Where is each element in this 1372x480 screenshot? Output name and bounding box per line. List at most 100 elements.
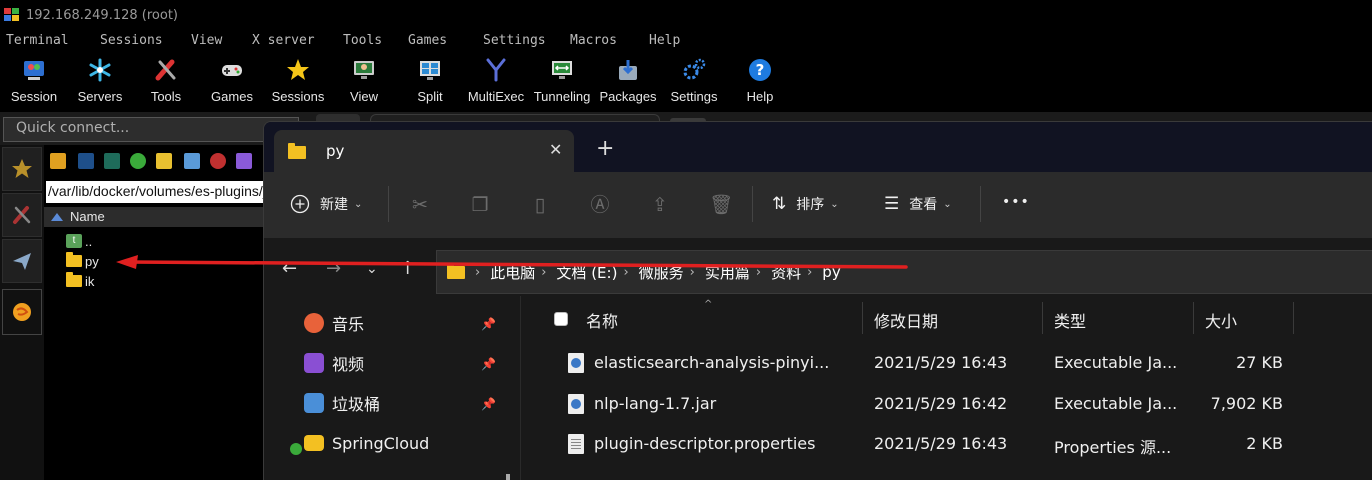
column-divider[interactable] (1042, 302, 1043, 334)
moba-titlebar: 192.168.249.128 (root) (0, 0, 1372, 30)
monitor-icon (352, 58, 376, 82)
select-all-checkbox[interactable] (554, 312, 568, 326)
paste-icon[interactable]: ▯ (529, 194, 551, 216)
servers-button[interactable]: Servers (67, 54, 133, 108)
column-divider[interactable] (1293, 302, 1294, 334)
column-date[interactable]: 修改日期 (874, 308, 938, 332)
menu-terminal[interactable]: Terminal (6, 33, 69, 48)
refresh-folder-icon[interactable] (50, 153, 66, 169)
column-name[interactable]: 名称 (586, 308, 618, 332)
nav-item-springcloud[interactable]: SpringCloud (290, 428, 429, 458)
close-tab-icon[interactable]: ✕ (549, 140, 562, 159)
new-button[interactable]: 新建 ⌄ (290, 194, 362, 214)
breadcrumb-microservices[interactable]: 微服务 (639, 262, 684, 283)
packages-icon (616, 58, 640, 82)
copy-icon[interactable]: ❐ (469, 194, 491, 216)
nav-item-recycle-bin[interactable]: 垃圾桶 (304, 388, 380, 418)
multiexec-button[interactable]: MultiExec (463, 54, 529, 108)
breadcrumb-materials[interactable]: 资料 (771, 262, 801, 283)
share-icon[interactable]: ⇪ (649, 194, 671, 216)
cut-icon[interactable]: ✂ (409, 194, 431, 216)
view-button[interactable]: ☰ 查看 ⌄ (884, 194, 952, 214)
help-button[interactable]: ? Help (727, 54, 793, 108)
folder-icon (66, 272, 82, 287)
tools-sidetab[interactable] (2, 193, 42, 237)
nav-scrollbar[interactable] (506, 474, 510, 480)
sessions-button[interactable]: Sessions (265, 54, 331, 108)
tools-icon (13, 206, 31, 224)
back-arrow-icon[interactable]: ← (282, 258, 297, 279)
sftp-panel: /var/lib/docker/volumes/es-plugins/_data… (44, 145, 266, 480)
view-button[interactable]: View (331, 54, 397, 108)
address-bar[interactable]: › 此电脑 › 文档 (E:) › 微服务 › 实用篇 › 资料 › py (436, 250, 1372, 294)
explorer-tab-py[interactable]: py ✕ (274, 130, 574, 172)
column-type[interactable]: 类型 (1054, 308, 1086, 332)
games-button[interactable]: Games (199, 54, 265, 108)
breadcrumb-drive-e[interactable]: 文档 (E:) (556, 262, 617, 283)
delete-icon[interactable]: 🗑 (709, 194, 733, 216)
pin-icon[interactable]: 📌 (481, 317, 496, 331)
sort-button[interactable]: ⇅ 排序 ⌄ (772, 194, 839, 214)
new-folder-icon[interactable] (156, 153, 172, 169)
file-row[interactable]: nlp-lang-1.7.jar 2021/5/29 16:42 Executa… (522, 383, 1372, 423)
pin-icon[interactable]: 📌 (481, 357, 496, 371)
paper-plane-icon (13, 253, 31, 270)
pin-icon[interactable]: 📌 (481, 397, 496, 411)
delete-icon[interactable] (210, 153, 226, 169)
mobaxterm-logo-icon (4, 8, 20, 22)
breadcrumb-practical[interactable]: 实用篇 (705, 262, 750, 283)
rename-icon[interactable]: Ⓐ (589, 194, 611, 216)
breadcrumb-py[interactable]: py (822, 263, 840, 281)
quick-connect-input[interactable]: Quick connect... (3, 117, 299, 142)
split-button[interactable]: Split (397, 54, 463, 108)
main-toolbar: Session Servers Tools Games Sessions Vie… (0, 52, 1372, 112)
sftp-name-column[interactable]: Name (44, 207, 266, 227)
menu-tools[interactable]: Tools (343, 33, 382, 48)
forward-arrow-icon[interactable]: → (326, 258, 341, 279)
rename-icon[interactable] (236, 153, 252, 169)
sftp-path-field[interactable]: /var/lib/docker/volumes/es-plugins/_data (46, 181, 266, 203)
sftp-row-parent[interactable]: t .. (66, 232, 92, 250)
menu-help[interactable]: Help (649, 33, 680, 48)
up-arrow-icon[interactable]: ↑ (400, 258, 415, 279)
download-icon[interactable] (78, 153, 94, 169)
refresh-icon[interactable] (130, 153, 146, 169)
tools-icon (154, 58, 178, 82)
nav-item-music[interactable]: 音乐 (304, 308, 364, 338)
menu-view[interactable]: View (191, 33, 222, 48)
column-divider[interactable] (1193, 302, 1194, 334)
file-row[interactable]: elasticsearch-analysis-pinyi... 2021/5/2… (522, 342, 1372, 382)
menu-sessions[interactable]: Sessions (100, 33, 163, 48)
new-tab-plus-icon[interactable]: + (596, 138, 614, 160)
menu-macros[interactable]: Macros (570, 33, 617, 48)
breadcrumb-this-pc[interactable]: 此电脑 (490, 262, 535, 283)
sftp-row-ik[interactable]: ik (66, 272, 94, 290)
column-size[interactable]: 大小 (1205, 308, 1237, 332)
sessions-sidetab[interactable] (2, 147, 42, 191)
menu-settings[interactable]: Settings (483, 33, 546, 48)
folder-icon (288, 143, 306, 159)
more-options-button[interactable]: ••• (1002, 194, 1030, 210)
tunneling-button[interactable]: Tunneling (529, 54, 595, 108)
sftp-row-py[interactable]: py (66, 252, 99, 270)
session-icon (22, 58, 46, 82)
sftp-sidetab[interactable] (2, 289, 42, 335)
upload-icon[interactable] (104, 153, 120, 169)
macros-sidetab[interactable] (2, 239, 42, 283)
menu-games[interactable]: Games (408, 33, 447, 48)
new-file-icon[interactable] (184, 153, 200, 169)
column-divider[interactable] (862, 302, 863, 334)
divider (980, 186, 981, 222)
nav-item-videos[interactable]: 视频 (304, 348, 364, 378)
menu-x-server[interactable]: X server (252, 33, 315, 48)
settings-button[interactable]: Settings (661, 54, 727, 108)
file-explorer-window: py ✕ + 新建 ⌄ ✂ ❐ ▯ Ⓐ ⇪ 🗑 ⇅ 排序 ⌄ ☰ 查看 ⌄ ••• ←… (263, 121, 1372, 480)
pane-splitter[interactable] (520, 296, 521, 480)
packages-button[interactable]: Packages (595, 54, 661, 108)
menu-bar: Terminal Sessions View X server Tools Ga… (0, 30, 1372, 52)
sftp-toolbar (44, 151, 266, 173)
tools-button[interactable]: Tools (133, 54, 199, 108)
file-row[interactable]: plugin-descriptor.properties 2021/5/29 1… (522, 423, 1372, 463)
recent-dropdown-icon[interactable]: ⌄ (366, 261, 378, 277)
session-button[interactable]: Session (1, 54, 67, 108)
